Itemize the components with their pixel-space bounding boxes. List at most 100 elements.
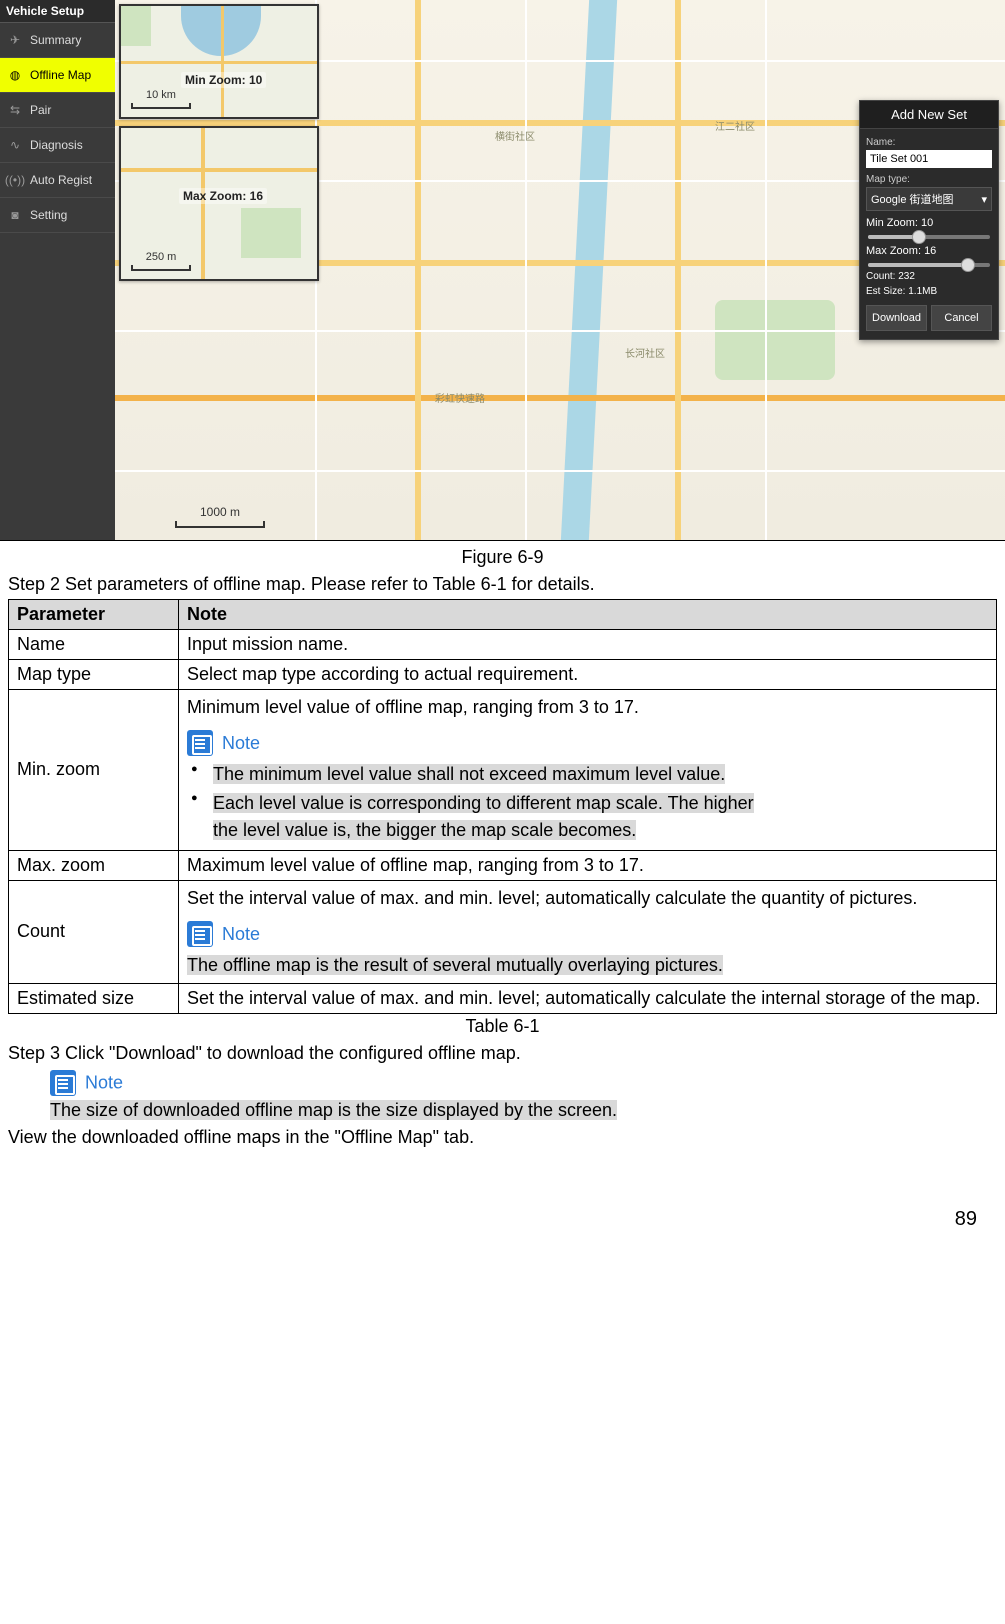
signal-icon: ((•)) bbox=[6, 173, 24, 187]
est-size-text: Est Size: 1.1MB bbox=[866, 286, 992, 297]
table-caption: Table 6-1 bbox=[0, 1016, 1005, 1037]
camera-icon: ◙ bbox=[6, 208, 24, 222]
map-canvas[interactable]: 彩虹快速路 江二社区 横街社区 长河社区 Min Zoom: 10 10 km bbox=[115, 0, 1005, 540]
scale-bar: 250 m bbox=[131, 251, 191, 271]
th-note: Note bbox=[179, 600, 997, 630]
major-road bbox=[675, 0, 681, 540]
table-row: Name Input mission name. bbox=[9, 630, 997, 660]
scale-bar: 10 km bbox=[131, 89, 191, 109]
note-cell: Input mission name. bbox=[179, 630, 997, 660]
road-label: 江二社区 bbox=[715, 118, 755, 133]
link-icon: ⇆ bbox=[6, 103, 24, 117]
sidebar-item-label: Pair bbox=[30, 103, 51, 117]
body-note: Note The size of downloaded offline map … bbox=[50, 1070, 997, 1121]
minor-road bbox=[525, 0, 527, 540]
note-cell: Select map type according to actual requ… bbox=[179, 660, 997, 690]
sidebar-header: Vehicle Setup bbox=[0, 0, 115, 23]
bullet-list: The minimum level value shall not exceed… bbox=[187, 761, 988, 844]
highlight-text: The minimum level value shall not exceed… bbox=[213, 764, 725, 784]
sidebar-item-offline-map[interactable]: ◍ Offline Map bbox=[0, 58, 115, 93]
list-item: Each level value is corresponding to dif… bbox=[187, 790, 988, 844]
max-zoom-thumbnail: Max Zoom: 16 250 m bbox=[119, 126, 319, 281]
table-row: Max. zoom Maximum level value of offline… bbox=[9, 850, 997, 880]
note-callout: Note bbox=[187, 920, 988, 948]
final-text: View the downloaded offline maps in the … bbox=[8, 1127, 997, 1148]
table-row: Min. zoom Minimum level value of offline… bbox=[9, 690, 997, 851]
road-label: 长河社区 bbox=[625, 345, 665, 360]
scale-text: 10 km bbox=[146, 89, 176, 101]
globe-icon: ◍ bbox=[6, 68, 24, 82]
page-number: 89 bbox=[0, 1208, 977, 1231]
note-callout: Note bbox=[50, 1070, 997, 1096]
panel-title: Add New Set bbox=[860, 101, 998, 129]
minor-road bbox=[765, 0, 767, 540]
minor-road bbox=[115, 470, 1005, 472]
max-zoom-slider[interactable] bbox=[868, 263, 990, 267]
param-cell: Map type bbox=[9, 660, 179, 690]
figure-6-9: Vehicle Setup ✈ Summary ◍ Offline Map ⇆ … bbox=[0, 0, 1005, 541]
intro-text: Minimum level value of offline map, rang… bbox=[187, 694, 988, 721]
param-cell: Min. zoom bbox=[9, 690, 179, 851]
count-text: Count: 232 bbox=[866, 271, 992, 282]
highlight-text: The size of downloaded offline map is th… bbox=[50, 1100, 617, 1120]
scale-text: 250 m bbox=[146, 251, 177, 263]
sidebar-item-setting[interactable]: ◙ Setting bbox=[0, 198, 115, 233]
maptype-select[interactable]: Google 街道地图 ▾ bbox=[866, 187, 992, 211]
highway-road bbox=[115, 395, 1005, 401]
wave-icon: ∿ bbox=[6, 138, 24, 152]
note-cell: Set the interval value of max. and min. … bbox=[179, 880, 997, 983]
highlight-line: The offline map is the result of several… bbox=[187, 952, 988, 979]
add-new-set-panel: Add New Set Name: Map type: Google 街道地图 … bbox=[859, 100, 999, 340]
max-zoom-label: Max Zoom: 16 bbox=[866, 245, 992, 257]
note-callout: Note bbox=[187, 729, 988, 757]
note-icon bbox=[187, 730, 213, 756]
name-label: Name: bbox=[866, 137, 992, 148]
note-cell: Set the interval value of max. and min. … bbox=[179, 983, 997, 1013]
sidebar-item-auto-regist[interactable]: ((•)) Auto Regist bbox=[0, 163, 115, 198]
highlight-text: the level value is, the bigger the map s… bbox=[213, 820, 636, 840]
sidebar-item-label: Auto Regist bbox=[30, 173, 92, 187]
param-cell: Estimated size bbox=[9, 983, 179, 1013]
sidebar-item-pair[interactable]: ⇆ Pair bbox=[0, 93, 115, 128]
table-row: Count Set the interval value of max. and… bbox=[9, 880, 997, 983]
main-scale-bar: 1000 m bbox=[175, 505, 265, 528]
table-row: Map type Select map type according to ac… bbox=[9, 660, 997, 690]
sidebar-item-label: Setting bbox=[30, 208, 67, 222]
park-shape bbox=[715, 300, 835, 380]
note-cell: Minimum level value of offline map, rang… bbox=[179, 690, 997, 851]
note-icon bbox=[50, 1070, 76, 1096]
min-zoom-thumbnail: Min Zoom: 10 10 km bbox=[119, 4, 319, 119]
figure-caption: Figure 6-9 bbox=[0, 547, 1005, 568]
highlight-text: Each level value is corresponding to dif… bbox=[213, 793, 754, 813]
scale-text: 1000 m bbox=[200, 505, 240, 519]
name-input[interactable] bbox=[866, 150, 992, 168]
note-label: Note bbox=[222, 924, 260, 944]
step-3-text: Step 3 Click "Download" to download the … bbox=[8, 1043, 997, 1064]
download-button[interactable]: Download bbox=[866, 305, 927, 331]
cancel-button[interactable]: Cancel bbox=[931, 305, 992, 331]
intro-text: Set the interval value of max. and min. … bbox=[187, 885, 988, 912]
sidebar-item-diagnosis[interactable]: ∿ Diagnosis bbox=[0, 128, 115, 163]
list-item: The minimum level value shall not exceed… bbox=[187, 761, 988, 788]
th-parameter: Parameter bbox=[9, 600, 179, 630]
sidebar-item-summary[interactable]: ✈ Summary bbox=[0, 23, 115, 58]
maptype-label: Map type: bbox=[866, 174, 992, 185]
sidebar-item-label: Diagnosis bbox=[30, 138, 83, 152]
sidebar-item-label: Offline Map bbox=[30, 68, 91, 82]
river-shape bbox=[561, 0, 617, 540]
maptype-value: Google 街道地图 bbox=[871, 191, 954, 207]
param-cell: Max. zoom bbox=[9, 850, 179, 880]
note-text-line: The size of downloaded offline map is th… bbox=[50, 1100, 997, 1121]
note-icon bbox=[187, 921, 213, 947]
major-road bbox=[415, 0, 421, 540]
table-row: Estimated size Set the interval value of… bbox=[9, 983, 997, 1013]
highlight-text: The offline map is the result of several… bbox=[187, 955, 723, 975]
thumb-title: Max Zoom: 16 bbox=[179, 188, 267, 204]
sidebar-item-label: Summary bbox=[30, 33, 81, 47]
min-zoom-label: Min Zoom: 10 bbox=[866, 217, 992, 229]
parameter-table: Parameter Note Name Input mission name. … bbox=[8, 599, 997, 1014]
param-cell: Name bbox=[9, 630, 179, 660]
thumb-title: Min Zoom: 10 bbox=[181, 72, 266, 88]
min-zoom-slider[interactable] bbox=[868, 235, 990, 239]
road-label: 彩虹快速路 bbox=[435, 390, 485, 405]
